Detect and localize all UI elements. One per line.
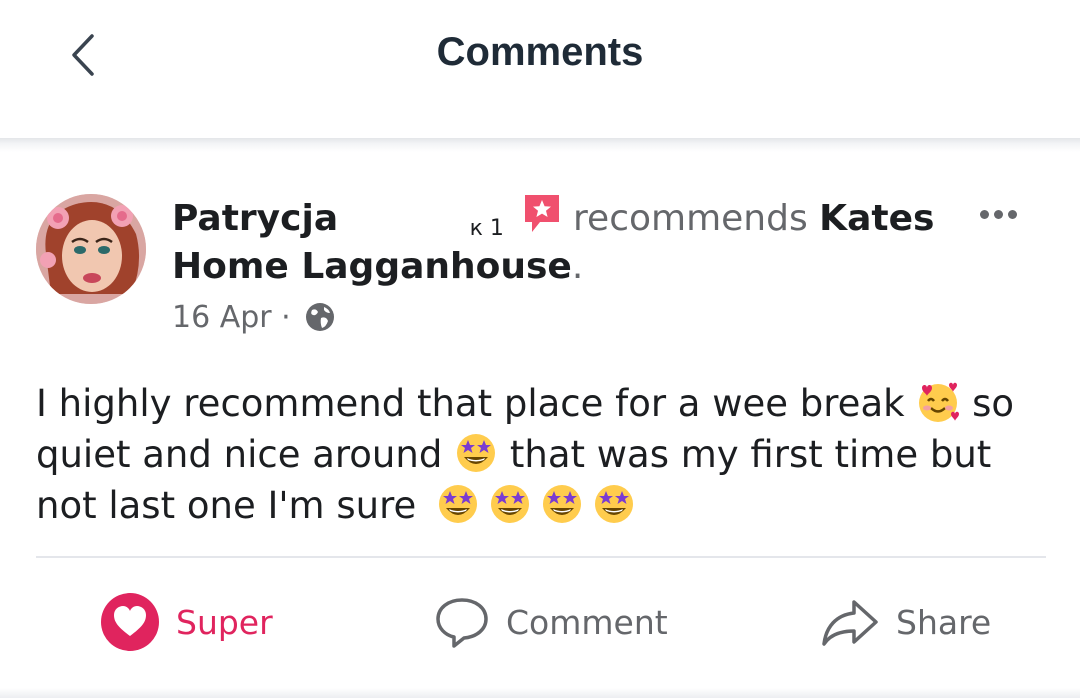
super-button[interactable]: Super	[100, 592, 273, 652]
post-date[interactable]: 16 Apr	[172, 300, 272, 335]
author-name-redacted: к 1	[350, 205, 520, 241]
post-headline: Patrycja к 1 recommends Kates Home Lagga…	[172, 192, 952, 291]
share-label: Share	[896, 602, 992, 642]
post-body: I highly recommend that place for a wee …	[36, 378, 1046, 531]
redacted-tail: к 1	[469, 216, 504, 241]
star-struck-icon	[540, 482, 584, 526]
comment-button[interactable]: Comment	[434, 592, 668, 652]
star-struck-icon	[436, 482, 480, 526]
comment-icon	[436, 598, 488, 648]
recommends-text: recommends	[573, 198, 808, 239]
recommend-badge-icon	[522, 192, 562, 236]
post-card: Patrycja к 1 recommends Kates Home Lagga…	[0, 152, 1080, 698]
app-header: Comments	[0, 0, 1080, 138]
avatar[interactable]	[36, 194, 146, 304]
star-struck-icon	[592, 482, 636, 526]
more-options-button[interactable]	[980, 204, 1030, 224]
more-options-icon	[980, 210, 989, 219]
actions-divider	[36, 556, 1046, 558]
share-icon	[822, 600, 878, 646]
post-body-part-1: I highly recommend that place for a wee …	[36, 382, 905, 425]
meta-separator: ·	[281, 300, 291, 335]
avatar-image	[36, 194, 146, 304]
more-options-dot	[1008, 210, 1017, 219]
post-bottom-divider	[0, 688, 1080, 698]
globe-icon	[304, 301, 336, 333]
more-options-dot	[994, 210, 1003, 219]
share-button[interactable]: Share	[820, 592, 991, 652]
post-actions-bar: Super Comment Share	[0, 582, 1080, 662]
header-divider	[0, 138, 1080, 152]
heart-icon	[101, 593, 159, 651]
comment-label: Comment	[506, 602, 668, 642]
post-meta: 16 Apr ·	[172, 298, 336, 338]
star-struck-icon	[454, 431, 498, 475]
author-name[interactable]: Patrycja	[172, 198, 338, 239]
star-struck-icon	[488, 482, 532, 526]
page-title: Comments	[436, 30, 644, 74]
super-label: Super	[176, 602, 273, 642]
headline-period: .	[571, 246, 584, 287]
smiling-face-with-hearts-icon	[916, 380, 960, 424]
